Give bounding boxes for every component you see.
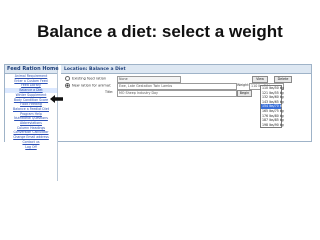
weight-option[interactable]: 198 lbs/90 kg	[261, 123, 284, 128]
location-bar: Location: Balance a Diet	[61, 65, 311, 74]
weight-option[interactable]: 110 lbs/50 kg	[261, 86, 284, 91]
sidebar-item[interactable]: Log Off	[5, 145, 57, 150]
app-screenshot: Feed Ration Home Animal Requirement Enter…	[4, 64, 312, 181]
view-button[interactable]: View	[252, 76, 268, 83]
new-ration-label: New ration for animal:	[72, 83, 112, 88]
existing-ration-label: Existing feed ration	[72, 76, 107, 81]
new-ration-row: New ration for animal:	[65, 83, 111, 88]
weight-dropdown-list: 110 lbs/50 kg 121 lbs/55 kg 132 lbs/60 kg 1…	[260, 85, 284, 129]
delete-button[interactable]: Delete	[274, 76, 292, 83]
weight-label: Weight:	[237, 83, 250, 87]
existing-ration-radio[interactable]	[65, 76, 70, 81]
nav-item-list: Animal Requirement Enter a Custom Feed Fee…	[5, 74, 57, 149]
new-ration-radio[interactable]	[65, 83, 70, 88]
nav-header[interactable]: Feed Ration Home	[5, 65, 59, 74]
main-panel: Location: Balance a Diet Existing feed r…	[61, 65, 311, 141]
existing-ration-select[interactable]: None	[117, 76, 181, 83]
animal-select[interactable]: Ewe, Late Gestation Twin Lambs	[117, 83, 237, 90]
existing-ration-row: Existing feed ration	[65, 76, 106, 81]
sidebar-nav: Feed Ration Home Animal Requirement Enter…	[5, 65, 59, 181]
title-label: Title:	[105, 90, 114, 94]
title-input[interactable]: MO Sheep Industry Day	[117, 90, 237, 97]
weight-option[interactable]: 165 lbs/75 kg	[261, 109, 284, 114]
slide-title: Balance a diet: select a weight	[37, 22, 283, 41]
begin-button[interactable]: Begin	[237, 90, 252, 97]
